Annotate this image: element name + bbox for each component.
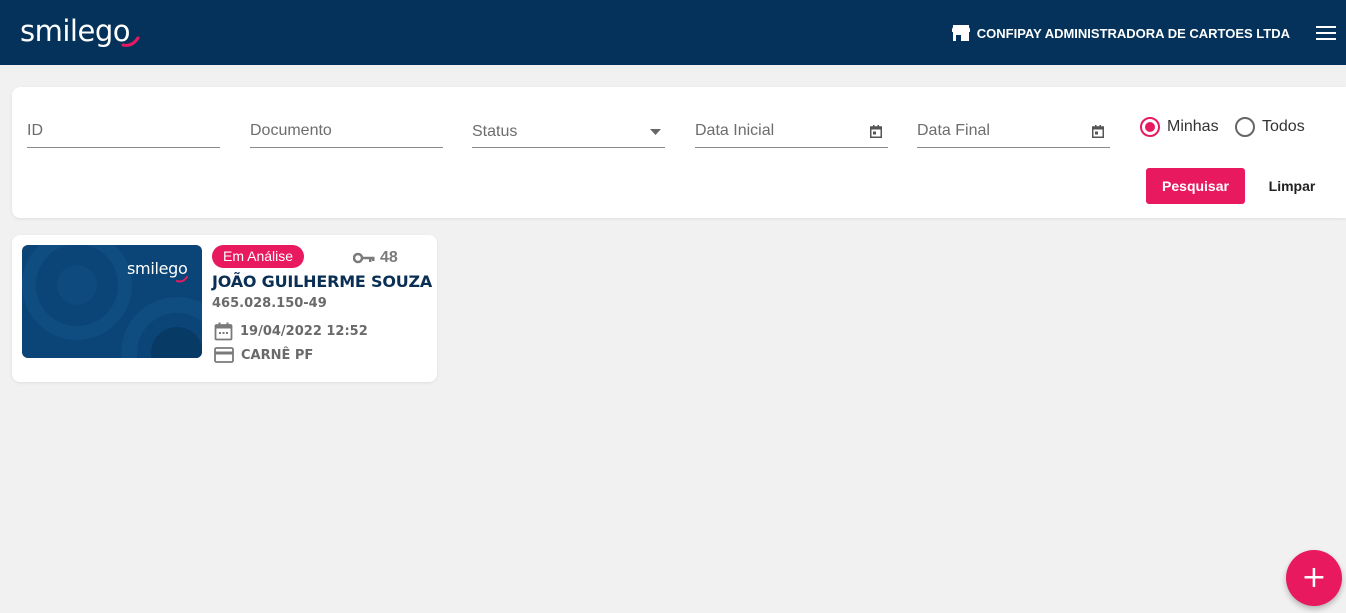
clear-button[interactable]: Limpar <box>1258 168 1326 204</box>
status-select[interactable]: Status <box>472 109 665 148</box>
proposal-product: CARNÊ PF <box>214 347 313 363</box>
company-selector[interactable]: CONFIPAY ADMINISTRADORA DE CARTOES LTDA <box>951 25 1290 41</box>
hamburger-menu-icon[interactable] <box>1316 26 1336 40</box>
add-proposal-button[interactable]: + <box>1286 550 1342 606</box>
card-thumbnail: smilego <box>22 245 202 358</box>
store-icon <box>951 25 970 41</box>
logo-swoosh-icon <box>121 36 140 47</box>
search-button[interactable]: Pesquisar <box>1146 168 1245 204</box>
calendar-icon[interactable] <box>870 125 882 138</box>
radio-todos[interactable]: Todos <box>1235 117 1305 137</box>
top-app-bar: smilego CONFIPAY ADMINISTRADORA DE CARTO… <box>0 0 1346 65</box>
status-badge: Em Análise <box>212 245 305 268</box>
company-name: CONFIPAY ADMINISTRADORA DE CARTOES LTDA <box>976 25 1290 41</box>
start-date-input[interactable] <box>695 109 888 140</box>
customer-name: JOÃO GUILHERME SOUZA <box>212 272 433 291</box>
proposal-card[interactable]: smilego Em Análise 48 JOÃO GUILHERME SOU… <box>12 235 437 382</box>
key-icon <box>353 252 375 264</box>
calendar-icon[interactable] <box>1092 125 1104 138</box>
radio-unchecked-icon <box>1235 117 1255 137</box>
id-field[interactable] <box>27 109 220 148</box>
document-field[interactable] <box>250 109 443 148</box>
calendar-icon <box>214 322 233 341</box>
brand-logo[interactable]: smilego <box>20 14 130 48</box>
proposal-date-value: 19/04/2022 12:52 <box>240 324 368 339</box>
radio-minhas[interactable]: Minhas <box>1140 117 1219 137</box>
radio-checked-icon <box>1140 117 1160 137</box>
id-input[interactable] <box>27 109 220 140</box>
start-date-field[interactable] <box>695 109 888 148</box>
end-date-field[interactable] <box>917 109 1110 148</box>
proposal-id: 48 <box>353 249 398 267</box>
customer-document: 465.028.150-49 <box>212 296 327 311</box>
credit-card-icon <box>214 347 234 363</box>
radio-minhas-label: Minhas <box>1167 118 1219 135</box>
proposal-id-value: 48 <box>380 249 398 266</box>
radio-todos-label: Todos <box>1262 118 1305 135</box>
document-input[interactable] <box>250 109 443 140</box>
proposal-product-value: CARNÊ PF <box>241 347 314 363</box>
status-select-label: Status <box>472 123 518 140</box>
proposal-date: 19/04/2022 12:52 <box>214 322 368 341</box>
filter-panel: Status Minhas Todos Pesquisar Li <box>12 87 1346 218</box>
end-date-input[interactable] <box>917 109 1110 140</box>
dropdown-arrow-icon <box>650 129 661 135</box>
logo-swoosh-icon <box>176 276 188 283</box>
